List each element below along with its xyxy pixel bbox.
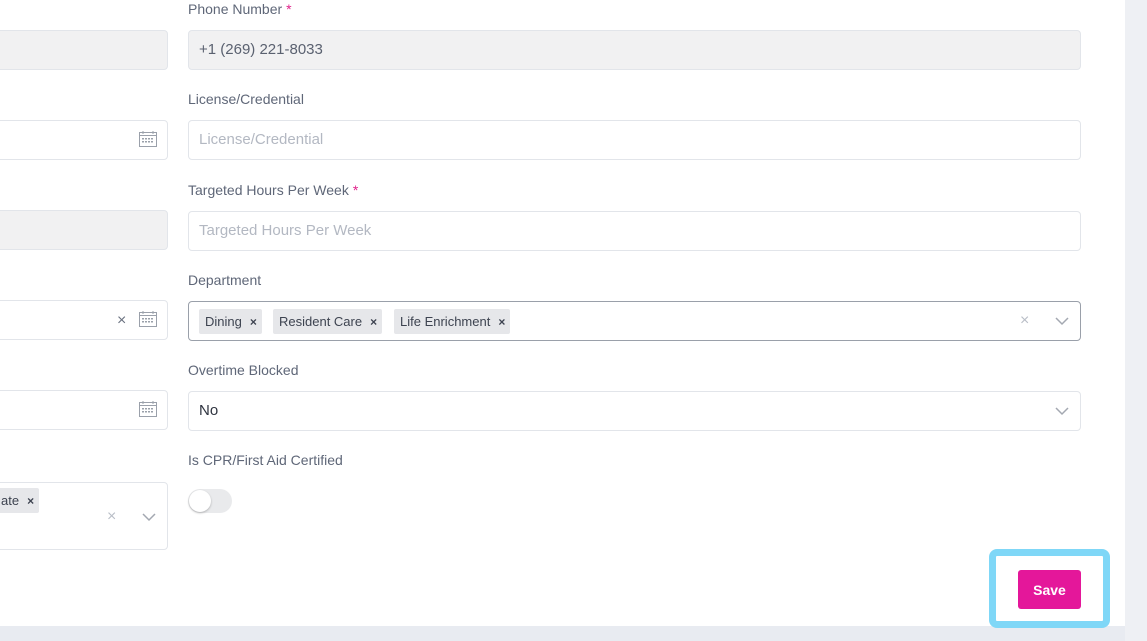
tag-remove-icon[interactable]: × — [250, 310, 257, 335]
left-date-field-1[interactable] — [0, 120, 168, 160]
phone-number-field: +1 (269) 221-8033 — [188, 30, 1081, 70]
department-tag-life-enrichment: Life Enrichment × — [394, 309, 511, 335]
left-disabled-field-2 — [0, 210, 168, 250]
page-background-strip — [1125, 0, 1147, 641]
department-tag-dining: Dining × — [199, 309, 262, 334]
phone-number-value: +1 (269) 221-8033 — [199, 41, 323, 58]
clear-selection-icon[interactable]: × — [107, 509, 116, 525]
left-date-field-2[interactable]: × — [0, 300, 168, 340]
calendar-icon[interactable] — [139, 401, 157, 417]
tag-label: Dining — [205, 314, 242, 329]
left-date-field-3[interactable] — [0, 390, 168, 430]
tag-remove-icon[interactable]: × — [498, 310, 505, 335]
multiselect-tag: ate × — [0, 488, 40, 514]
required-mark: * — [286, 1, 292, 17]
chevron-down-icon[interactable] — [1055, 316, 1069, 326]
department-tag-resident-care: Resident Care × — [273, 309, 383, 335]
chevron-down-icon[interactable] — [142, 512, 156, 522]
targeted-hours-input[interactable]: Targeted Hours Per Week — [188, 211, 1081, 251]
clear-selection-icon[interactable]: × — [1020, 313, 1029, 329]
license-credential-placeholder: License/Credential — [199, 131, 324, 148]
phone-number-label: Phone Number * — [188, 1, 292, 17]
tag-remove-icon[interactable]: × — [370, 310, 377, 335]
form-panel: × ate × × Phone Number * +1 (269) 221-80… — [0, 0, 1125, 628]
clear-date-icon[interactable]: × — [117, 313, 126, 329]
cpr-certified-label: Is CPR/First Aid Certified — [188, 452, 343, 468]
targeted-hours-placeholder: Targeted Hours Per Week — [199, 222, 372, 239]
chevron-down-icon[interactable] — [1055, 406, 1069, 416]
tag-label: Resident Care — [279, 314, 363, 329]
tag-label: Life Enrichment — [400, 314, 491, 329]
save-button[interactable]: Save — [1018, 570, 1081, 609]
license-credential-label: License/Credential — [188, 91, 304, 107]
calendar-icon[interactable] — [139, 311, 157, 327]
license-credential-input[interactable]: License/Credential — [188, 120, 1081, 160]
calendar-icon[interactable] — [139, 131, 157, 147]
overtime-blocked-select[interactable]: No — [188, 391, 1081, 431]
tag-label: ate — [1, 493, 20, 508]
overtime-blocked-value: No — [199, 402, 219, 419]
tag-remove-icon[interactable]: × — [27, 489, 34, 514]
left-multiselect-field[interactable]: ate × × — [0, 482, 168, 550]
targeted-hours-label: Targeted Hours Per Week * — [188, 182, 359, 198]
overtime-blocked-label: Overtime Blocked — [188, 362, 299, 378]
required-mark: * — [352, 182, 359, 198]
department-multiselect[interactable]: Dining × Resident Care × Life Enrichment × … — [188, 301, 1081, 341]
toggle-knob — [189, 490, 211, 512]
cpr-certified-toggle[interactable] — [188, 489, 232, 513]
left-disabled-field-1 — [0, 30, 168, 70]
department-label: Department — [188, 272, 262, 288]
